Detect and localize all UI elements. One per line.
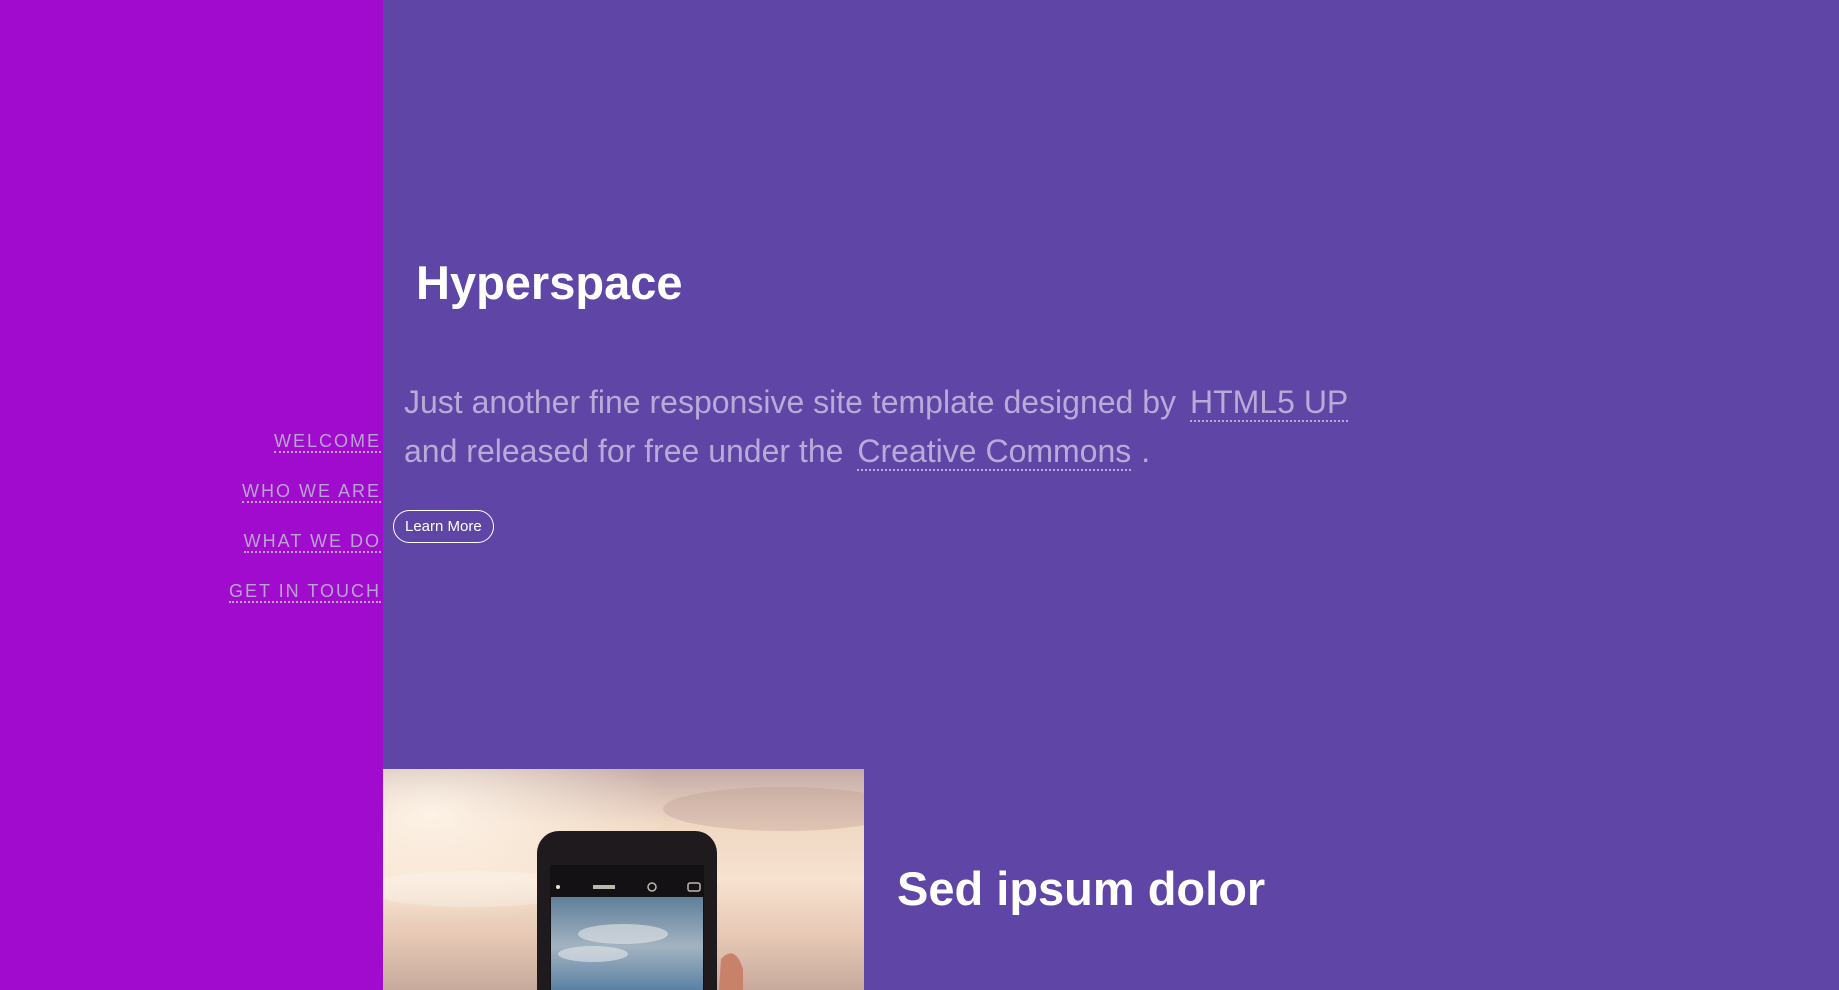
creative-commons-link[interactable]: Creative Commons [857,433,1132,471]
html5up-link[interactable]: HTML5 UP [1190,384,1349,422]
sidebar-nav: Welcome Who we are What we do Get in tou… [228,431,381,631]
nav-link-get-in-touch[interactable]: Get in touch [228,581,381,603]
main-content: Hyperspace Just another fine responsive … [383,0,1839,990]
spotlight-image [383,769,864,990]
nav-link-what-we-do[interactable]: What we do [243,531,381,553]
nav-link-welcome[interactable]: Welcome [273,431,381,453]
learn-more-button[interactable]: Learn More [393,510,494,543]
hero-text-after: . [1141,433,1151,469]
sidebar: Welcome Who we are What we do Get in tou… [0,0,383,990]
spotlight-title: Sed ipsum dolor [897,862,1266,915]
hero-title: Hyperspace [416,256,683,309]
phone-photo-illustration [383,769,864,990]
hero-description: Just another fine responsive site templa… [404,378,1424,476]
hero-text-before: Just another fine responsive site templa… [404,384,1177,420]
hero-text-middle: and released for free under the [404,433,844,469]
nav-link-who-we-are[interactable]: Who we are [241,481,381,503]
